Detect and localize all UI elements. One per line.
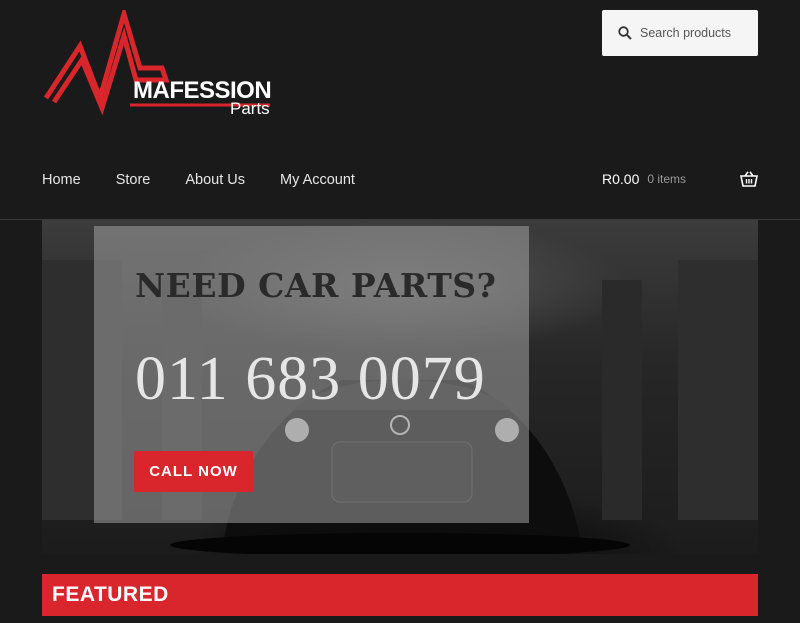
primary-nav: Home Store About Us My Account bbox=[42, 172, 390, 188]
featured-heading: FEATURED bbox=[52, 583, 169, 606]
call-now-button[interactable]: CALL NOW bbox=[134, 451, 253, 492]
hero-title: NEED CAR PARTS? bbox=[135, 266, 497, 305]
basket-icon[interactable] bbox=[740, 171, 758, 187]
search-box[interactable] bbox=[602, 10, 758, 56]
hero-phone-number: 011 683 0079 bbox=[135, 345, 486, 413]
logo-subtitle: Parts bbox=[230, 99, 270, 118]
cart-total[interactable]: R0.00 bbox=[602, 171, 639, 187]
search-icon bbox=[618, 26, 632, 40]
cart-count[interactable]: 0 items bbox=[647, 172, 686, 186]
nav-about-us[interactable]: About Us bbox=[185, 172, 245, 188]
header-cart[interactable]: R0.00 0 items bbox=[602, 171, 758, 187]
hero-overlay-panel: NEED CAR PARTS? 011 683 0079 CALL NOW bbox=[94, 226, 529, 523]
nav-my-account[interactable]: My Account bbox=[280, 172, 355, 188]
nav-store[interactable]: Store bbox=[116, 172, 151, 188]
site-logo[interactable]: MAFESSION Parts bbox=[42, 10, 272, 120]
nav-home[interactable]: Home bbox=[42, 172, 81, 188]
search-input[interactable] bbox=[640, 26, 750, 40]
hero-banner: NEED CAR PARTS? 011 683 0079 CALL NOW bbox=[42, 220, 758, 554]
featured-section-header: FEATURED bbox=[42, 574, 758, 616]
